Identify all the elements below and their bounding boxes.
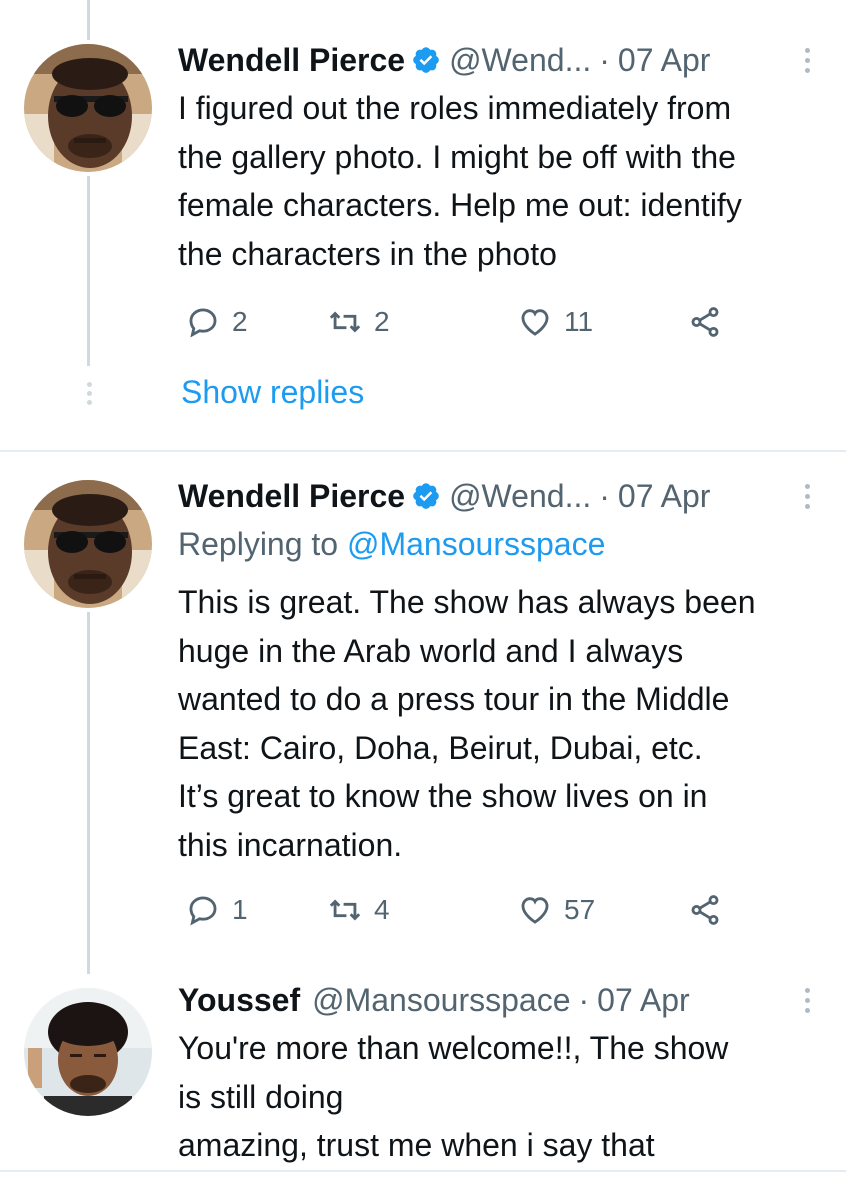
- like-count: 11: [564, 306, 594, 337]
- tweet-text-line: I figured out the roles immediately from: [178, 90, 732, 126]
- show-replies-link[interactable]: Show replies: [181, 374, 364, 411]
- replying-to: Replying to @Mansoursspace: [178, 526, 605, 563]
- avatar[interactable]: [24, 44, 152, 172]
- author-name[interactable]: Youssef: [178, 982, 300, 1019]
- thread-collapsed-dots: [86, 382, 92, 405]
- share-icon: [691, 895, 719, 925]
- header-separator: ·: [578, 981, 590, 1018]
- retweet-icon: [329, 899, 361, 921]
- heart-icon: [521, 897, 549, 924]
- reply-button[interactable]: 2: [186, 300, 248, 344]
- retweet-count: 4: [374, 894, 390, 925]
- tweet-text-line: amazing, trust me when i say that: [178, 1127, 655, 1163]
- more-options-icon[interactable]: [802, 980, 812, 1020]
- share-button[interactable]: [688, 888, 734, 932]
- author-handle[interactable]: @Mansoursspace: [312, 982, 570, 1019]
- verified-badge-icon: [411, 45, 441, 75]
- more-options-icon[interactable]: [802, 40, 812, 80]
- tweet-date[interactable]: 07 Apr: [618, 42, 711, 79]
- tweet-date[interactable]: 07 Apr: [618, 478, 711, 515]
- retweet-button[interactable]: 4: [328, 888, 390, 932]
- tweet-header: Wendell Pierce @Wend... · 07 Apr: [178, 474, 710, 518]
- replying-mention-link[interactable]: @Mansoursspace: [347, 526, 605, 562]
- tweet-text-line: is still doing: [178, 1078, 344, 1115]
- share-icon: [691, 307, 719, 337]
- tweet-text-line: the characters in the photo: [178, 235, 557, 272]
- like-button[interactable]: 11: [518, 300, 593, 344]
- tweet-text-line: East: Cairo, Doha, Beirut, Dubai, etc.: [178, 729, 703, 766]
- header-separator: ·: [599, 477, 610, 514]
- thread-line-top: [87, 0, 90, 40]
- thread-line-1: [87, 176, 90, 366]
- tweet-text-line: huge in the Arab world and I always: [178, 632, 684, 669]
- twitter-thread: Wendell Pierce @Wend... · 07 Apr I figur…: [0, 0, 846, 1178]
- retweet-count: 2: [374, 306, 390, 337]
- avatar[interactable]: [24, 988, 152, 1116]
- reply-icon: [189, 308, 217, 338]
- tweet-text: You're more than welcome!!, The show is …: [178, 1024, 828, 1170]
- reply-icon: [189, 896, 217, 926]
- verified-badge-icon: [411, 481, 441, 511]
- tweet-text-line: This is great. The show has always been: [178, 584, 756, 620]
- retweet-icon: [329, 311, 361, 333]
- tweet-text-line: It’s great to know the show lives on in: [178, 778, 708, 814]
- tweet-actions: 1 4 57: [178, 888, 738, 932]
- share-button[interactable]: [688, 300, 734, 344]
- reply-count: 1: [232, 894, 248, 925]
- tweet-text-line: You're more than welcome!!, The show: [178, 1030, 729, 1066]
- like-button[interactable]: 57: [518, 888, 595, 932]
- tweet-header: Youssef @Mansoursspace · 07 Apr: [178, 978, 690, 1022]
- more-options-icon[interactable]: [802, 476, 812, 516]
- bottom-separator: [0, 1170, 846, 1172]
- tweet-text-line: the gallery photo. I might be off with t…: [178, 138, 736, 175]
- tweet-text-line: female characters. Help me out: identify: [178, 187, 742, 223]
- like-count: 57: [564, 894, 596, 925]
- avatar[interactable]: [24, 480, 152, 608]
- tweet-text-line: wanted to do a press tour in the Middle: [178, 681, 730, 717]
- tweet-text: This is great. The show has always been …: [178, 578, 828, 869]
- author-handle[interactable]: @Wend...: [449, 478, 591, 515]
- author-name[interactable]: Wendell Pierce: [178, 42, 405, 79]
- tweet-text: I figured out the roles immediately from…: [178, 84, 828, 278]
- retweet-button[interactable]: 2: [328, 300, 390, 344]
- replying-prefix: Replying to: [178, 526, 339, 562]
- thread-line-2: [87, 612, 90, 974]
- tweet-text-line: this incarnation.: [178, 826, 403, 863]
- tweet-separator: [0, 450, 846, 452]
- header-separator: ·: [599, 41, 610, 78]
- reply-button[interactable]: 1: [186, 888, 248, 932]
- tweet-actions: 2 2 11: [178, 300, 738, 344]
- reply-count: 2: [232, 306, 248, 337]
- tweet-header: Wendell Pierce @Wend... · 07 Apr: [178, 38, 710, 82]
- author-handle[interactable]: @Wend...: [449, 42, 591, 79]
- heart-icon: [521, 309, 549, 336]
- tweet-date[interactable]: 07 Apr: [597, 982, 690, 1019]
- author-name[interactable]: Wendell Pierce: [178, 478, 405, 515]
